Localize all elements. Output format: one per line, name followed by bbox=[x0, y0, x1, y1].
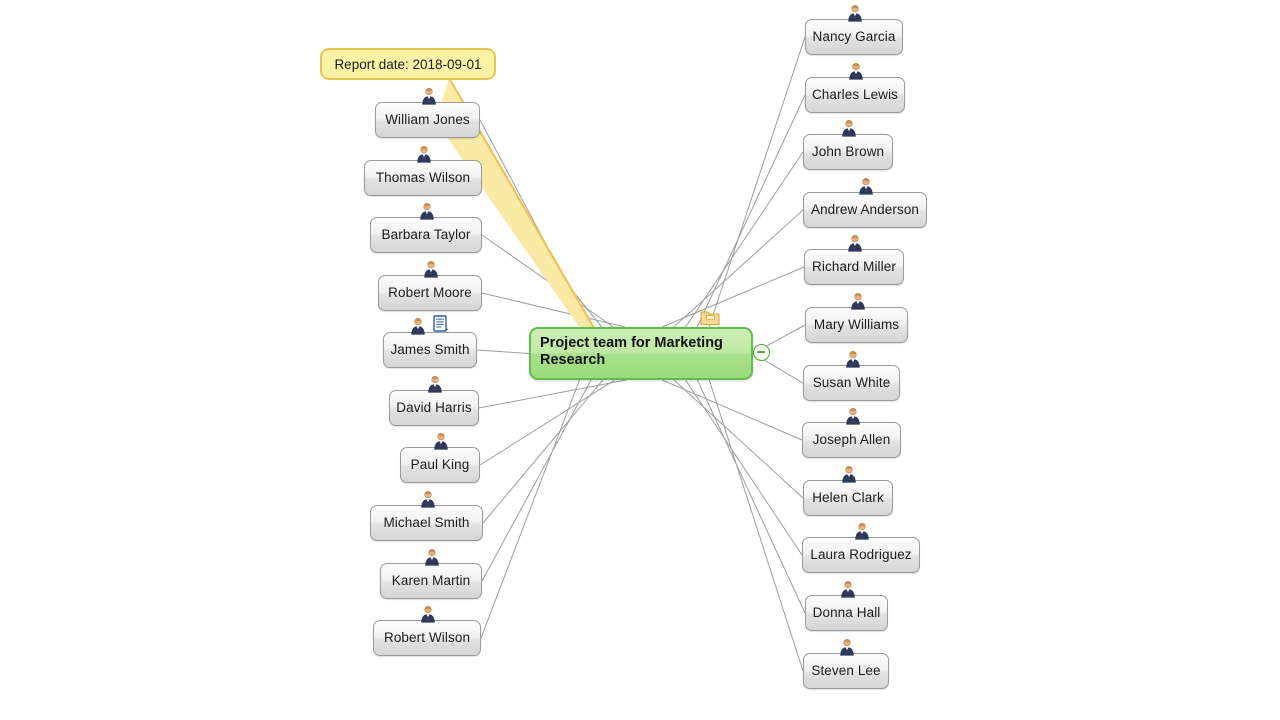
connector-edge bbox=[476, 349, 530, 354]
topic-node-label: Donna Hall bbox=[812, 605, 881, 621]
connector-edge bbox=[482, 379, 604, 524]
person-avatar-icon bbox=[855, 522, 869, 540]
person-avatar-icon bbox=[411, 317, 425, 335]
person-avatar-icon bbox=[840, 580, 855, 598]
person-avatar-icon bbox=[421, 87, 436, 105]
person-avatar-icon bbox=[424, 260, 438, 278]
folder-icon[interactable] bbox=[700, 310, 720, 326]
topic-node-label: William Jones bbox=[385, 112, 470, 128]
topic-node[interactable]: Joseph Allen bbox=[802, 407, 901, 458]
person-avatar-icon bbox=[850, 292, 865, 310]
person-avatar-icon bbox=[845, 407, 860, 425]
connector-edge bbox=[479, 379, 615, 466]
connector-edge bbox=[708, 379, 804, 672]
topic-node-label: Susan White bbox=[812, 375, 891, 391]
topic-node[interactable]: Andrew Anderson bbox=[803, 177, 927, 228]
topic-node[interactable]: David Harris bbox=[389, 375, 479, 426]
person-avatar-icon bbox=[848, 4, 862, 22]
person-avatar-icon bbox=[842, 465, 856, 483]
person-avatar-icon bbox=[420, 490, 435, 508]
connector-edge bbox=[673, 379, 804, 499]
callout-label: Report date: 2018-09-01 bbox=[334, 56, 482, 72]
topic-node-label: Barbara Taylor bbox=[381, 227, 471, 243]
topic-node-label: Richard Miller bbox=[812, 259, 896, 275]
connector-edge bbox=[685, 151, 804, 328]
topic-node-label: Robert Wilson bbox=[383, 630, 471, 646]
person-avatar-icon bbox=[428, 375, 442, 393]
topic-node-label: David Harris bbox=[396, 400, 472, 416]
connector-edge bbox=[481, 234, 614, 328]
topic-node-label: Karen Martin bbox=[391, 573, 471, 589]
topic-node-label: Thomas Wilson bbox=[375, 170, 471, 186]
person-avatar-icon bbox=[840, 638, 854, 656]
topic-node[interactable]: Helen Clark bbox=[803, 465, 893, 516]
connector-edge bbox=[481, 292, 626, 328]
topic-node-label: Charles Lewis bbox=[811, 87, 899, 103]
topic-node-label: John Brown bbox=[811, 144, 885, 160]
topic-node[interactable]: William Jones bbox=[375, 87, 480, 138]
person-avatar-icon bbox=[848, 234, 862, 252]
connector-edge bbox=[661, 379, 803, 441]
connector-edge bbox=[696, 94, 806, 328]
topic-node-label: Mary Williams bbox=[813, 317, 900, 333]
connector-edge bbox=[708, 36, 806, 328]
person-avatar-icon bbox=[849, 62, 863, 80]
connector-edge bbox=[481, 379, 592, 582]
topic-node-label: Helen Clark bbox=[812, 490, 884, 506]
person-avatar-icon bbox=[420, 202, 434, 220]
topic-node-label: Joseph Allen bbox=[812, 432, 891, 448]
topic-node[interactable]: Barbara Taylor bbox=[370, 202, 482, 253]
topic-node[interactable]: Laura Rodriguez bbox=[802, 522, 920, 573]
person-avatar-icon bbox=[421, 605, 435, 623]
topic-node[interactable]: Thomas Wilson bbox=[364, 145, 482, 196]
topic-node-label: Laura Rodriguez bbox=[810, 547, 912, 563]
topic-node[interactable]: John Brown bbox=[803, 119, 893, 170]
topic-node-label: Andrew Anderson bbox=[810, 202, 920, 218]
person-avatar-icon bbox=[842, 119, 856, 137]
central-topic-label: Project team for Marketing Research bbox=[540, 335, 723, 368]
topic-node[interactable]: Nancy Garcia bbox=[805, 4, 903, 55]
person-avatar-icon bbox=[845, 350, 860, 368]
connector-edge bbox=[673, 209, 804, 328]
topic-node[interactable]: Paul King bbox=[400, 432, 480, 483]
topic-node[interactable]: Robert Wilson bbox=[373, 605, 481, 656]
topic-node[interactable]: Robert Moore bbox=[378, 260, 482, 311]
connector-edge bbox=[696, 379, 806, 614]
person-avatar-icon bbox=[434, 432, 448, 450]
topic-node[interactable]: Mary Williams bbox=[805, 292, 908, 343]
connector-edge bbox=[481, 177, 603, 328]
topic-node-label: Robert Moore bbox=[388, 285, 472, 301]
topic-node[interactable]: Donna Hall bbox=[805, 580, 888, 631]
topic-node-label: James Smith bbox=[390, 342, 470, 358]
topic-node[interactable]: Susan White bbox=[803, 350, 900, 401]
connector-edge bbox=[661, 266, 805, 328]
topic-node-label: Steven Lee bbox=[811, 663, 881, 679]
mindmap-canvas: Report date: 2018-09-01 Project team for… bbox=[0, 0, 1280, 720]
topic-node[interactable]: James Smith bbox=[383, 315, 477, 368]
topic-node[interactable]: Karen Martin bbox=[380, 548, 482, 599]
document-note-icon[interactable] bbox=[433, 315, 449, 333]
connector-edge bbox=[480, 379, 580, 639]
person-avatar-icon bbox=[425, 548, 439, 566]
person-avatar-icon bbox=[859, 177, 873, 195]
connector-edge bbox=[479, 119, 591, 328]
topic-node-label: Nancy Garcia bbox=[812, 29, 896, 45]
collapse-toggle-button[interactable] bbox=[753, 344, 770, 361]
connector-edge bbox=[478, 379, 627, 409]
topic-node[interactable]: Richard Miller bbox=[804, 234, 904, 285]
central-topic-node[interactable]: Project team for Marketing Research bbox=[529, 327, 753, 380]
topic-node-label: Paul King bbox=[410, 457, 470, 473]
callout-note[interactable]: Report date: 2018-09-01 bbox=[320, 48, 496, 80]
person-avatar-icon bbox=[417, 145, 431, 163]
topic-node[interactable]: Charles Lewis bbox=[805, 62, 905, 113]
topic-node[interactable]: Michael Smith bbox=[370, 490, 483, 541]
connector-edge bbox=[685, 379, 803, 556]
topic-node-label: Michael Smith bbox=[383, 515, 470, 531]
topic-node[interactable]: Steven Lee bbox=[803, 638, 889, 689]
